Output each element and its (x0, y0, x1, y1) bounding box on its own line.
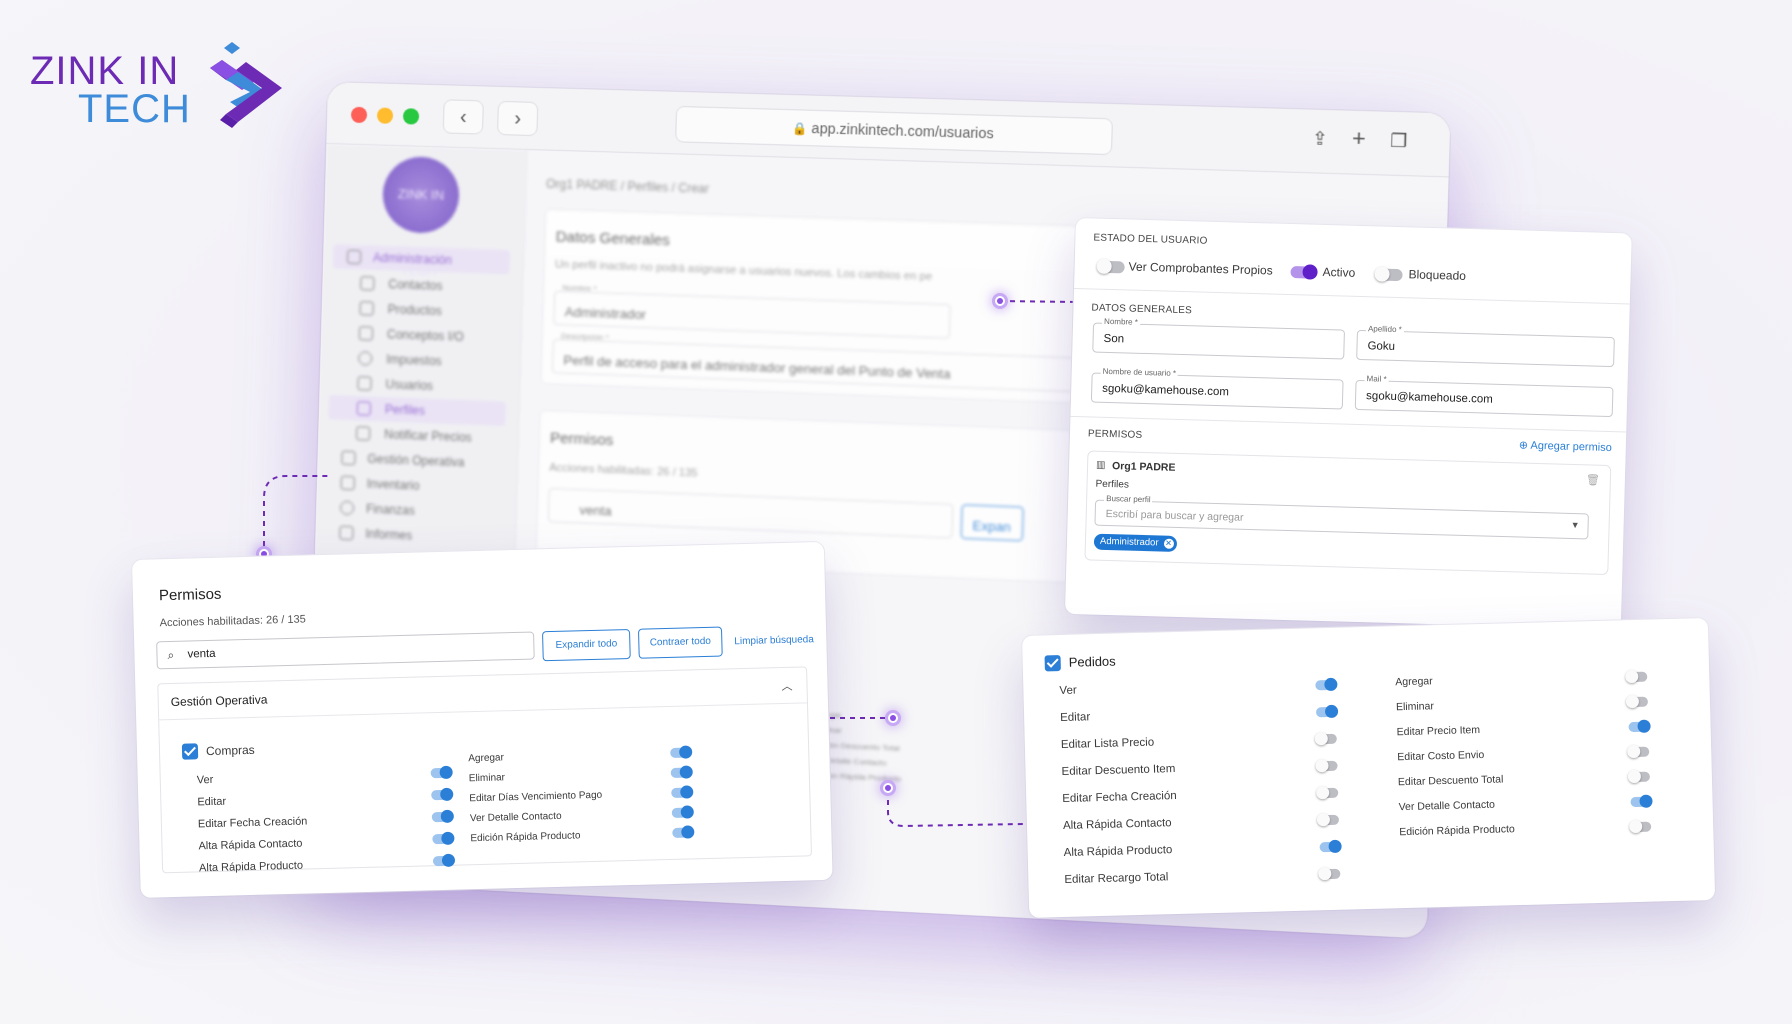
permisos-title: PERMISOS (1087, 428, 1143, 441)
pedido-label: Editar Recargo Total (1064, 871, 1169, 886)
datos-generales-title: DATOS GENERALES (1091, 302, 1193, 317)
perm-toggle-edicion[interactable] (672, 827, 693, 838)
compras-label: Compras (205, 742, 255, 759)
org-permission-block: ▥ Org1 PADRE 🗑 Perfiles Buscar perfil Es… (1084, 450, 1612, 576)
perm-toggle-detalle[interactable] (671, 807, 692, 818)
perm-toggle-vencimiento[interactable] (671, 787, 692, 798)
pedidos-card: Pedidos Ver Editar Editar Lista Precio E… (1022, 618, 1716, 918)
pedido-label: Eliminar (1395, 700, 1435, 714)
section-title: Gestión Operativa (170, 692, 268, 710)
activo-toggle[interactable] (1290, 266, 1317, 279)
permisos-card-title: Permisos (158, 585, 222, 605)
pedido-toggle-ver[interactable] (1315, 679, 1336, 691)
estado-title: ESTADO DEL USUARIO (1093, 232, 1208, 247)
pedido-toggle-eliminar[interactable] (1627, 696, 1649, 708)
bloqueado-toggle[interactable] (1376, 268, 1403, 282)
perm-label: Edición Rápida Producto (470, 830, 581, 845)
permisos-card-subtitle: Acciones habilitadas: 26 / 135 (159, 613, 306, 630)
search-icon: ⌕ (167, 647, 175, 663)
dropdown-arrow-icon: ▼ (1570, 519, 1580, 531)
pedido-label: Editar Descuento Total (1397, 773, 1504, 789)
pedido-label: Editar Fecha Creación (1062, 790, 1177, 805)
remove-chip-icon[interactable]: ✕ (1163, 538, 1174, 549)
perm-toggle-alta-producto[interactable] (432, 855, 454, 867)
bloqueado-label: Bloqueado (1408, 267, 1467, 283)
connector-node (992, 293, 1008, 309)
pedido-toggle-editar[interactable] (1315, 706, 1337, 718)
connector-node (880, 780, 896, 796)
nombre-input[interactable]: Nombre * Son (1092, 316, 1345, 360)
limpiar-busqueda-link[interactable]: Limpiar búsqueda (734, 634, 814, 647)
perm-label: Ver (196, 773, 214, 787)
agregar-permiso-button[interactable]: ⊕ Agregar permiso (1519, 438, 1612, 454)
perm-toggle-eliminar[interactable] (670, 767, 691, 778)
ver-comprobantes-toggle[interactable] (1098, 260, 1125, 274)
perm-label: Ver Detalle Contacto (469, 810, 562, 825)
perm-toggle-alta-contacto[interactable] (432, 833, 453, 845)
pedido-label: Editar Precio Item (1396, 724, 1481, 739)
perm-label: Alta Rápida Producto (198, 859, 304, 875)
activo-label: Activo (1322, 264, 1356, 280)
ver-comprobantes-label: Ver Comprobantes Propios (1128, 259, 1273, 278)
building-icon: ▥ (1095, 459, 1106, 471)
buscar-perfil-select[interactable]: Buscar perfil Escribí para buscar y agre… (1094, 493, 1589, 540)
usuario-input[interactable]: Nombre de usuario * sgoku@kamehouse.com (1090, 366, 1344, 410)
gestion-operativa-section: Gestión Operativa ︿ Compras Ver Editar E… (157, 666, 812, 875)
perm-label: Editar Días Vencimiento Pago (469, 789, 603, 805)
divider (1074, 287, 1630, 305)
perm-toggle-ver[interactable] (430, 767, 451, 779)
administrador-chip[interactable]: Administrador ✕ (1093, 533, 1177, 552)
perfiles-label: Perfiles (1095, 478, 1130, 491)
pedido-toggle-precio-item[interactable] (1628, 721, 1649, 733)
add-circle-icon: ⊕ (1518, 439, 1529, 452)
perm-toggle-agregar[interactable] (670, 747, 691, 758)
pedido-label: Alta Rápida Contacto (1062, 817, 1172, 832)
pedido-toggle-detalle-contacto[interactable] (1630, 796, 1651, 808)
section-header[interactable]: Gestión Operativa ︿ (158, 667, 807, 721)
pedido-toggle-alta-producto[interactable] (1319, 841, 1340, 853)
pedido-toggle-edicion-producto[interactable] (1631, 821, 1652, 833)
compras-checkbox[interactable] (181, 743, 199, 760)
expandir-todo-button[interactable]: Expandir todo (542, 628, 631, 662)
pedido-toggle-agregar[interactable] (1627, 671, 1648, 683)
perm-label: Editar (197, 795, 227, 809)
perm-toggle-fecha[interactable] (431, 811, 452, 823)
pedidos-checkbox[interactable] (1044, 654, 1061, 672)
pedido-toggle-fecha[interactable] (1318, 787, 1339, 799)
permisos-search-input[interactable]: ⌕ venta (156, 631, 535, 670)
pedido-label: Agregar (1395, 675, 1433, 689)
perm-label: Editar Fecha Creación (197, 815, 308, 831)
pedido-toggle-alta-contacto[interactable] (1318, 814, 1340, 826)
divider (1070, 415, 1627, 433)
pedido-label: Alta Rápida Producto (1063, 844, 1173, 859)
perm-label: Alta Rápida Contacto (198, 837, 303, 853)
org-name: Org1 PADRE (1111, 460, 1176, 474)
pedido-label: Ver Detalle Contacto (1398, 798, 1496, 814)
pedido-toggle-lista-precio[interactable] (1316, 733, 1337, 745)
apellido-input[interactable]: Apellido * Goku (1356, 324, 1615, 368)
pedido-label: Editar Costo Envio (1397, 748, 1485, 764)
pedido-label: Editar Lista Precio (1060, 736, 1155, 752)
pedido-label: Editar Descuento Item (1061, 763, 1176, 779)
pedido-toggle-descuento-item[interactable] (1317, 760, 1338, 772)
contraer-todo-button[interactable]: Contraer todo (637, 626, 723, 659)
pedido-label: Edición Rápida Producto (1399, 823, 1515, 839)
perm-label: Eliminar (468, 772, 506, 785)
chevron-up-icon[interactable]: ︿ (781, 678, 792, 694)
pedido-toggle-recargo[interactable] (1320, 868, 1341, 880)
pedido-toggle-descuento-total[interactable] (1629, 771, 1651, 783)
pedido-label: Ver (1059, 684, 1077, 698)
user-state-card: ESTADO DEL USUARIO Ver Comprobantes Prop… (1064, 218, 1632, 630)
pedido-label: Editar (1060, 711, 1091, 725)
perm-toggle-editar[interactable] (431, 789, 452, 801)
connector-node (885, 710, 901, 726)
perm-label: Agregar (468, 752, 505, 765)
pedidos-title: Pedidos (1068, 653, 1116, 670)
pedido-toggle-costo-envio[interactable] (1629, 746, 1650, 758)
mail-input[interactable]: Mail * sgoku@kamehouse.com (1354, 374, 1614, 418)
permisos-card: Permisos Acciones habilitadas: 26 / 135 … (132, 541, 833, 898)
trash-icon[interactable]: 🗑 (1586, 473, 1600, 486)
